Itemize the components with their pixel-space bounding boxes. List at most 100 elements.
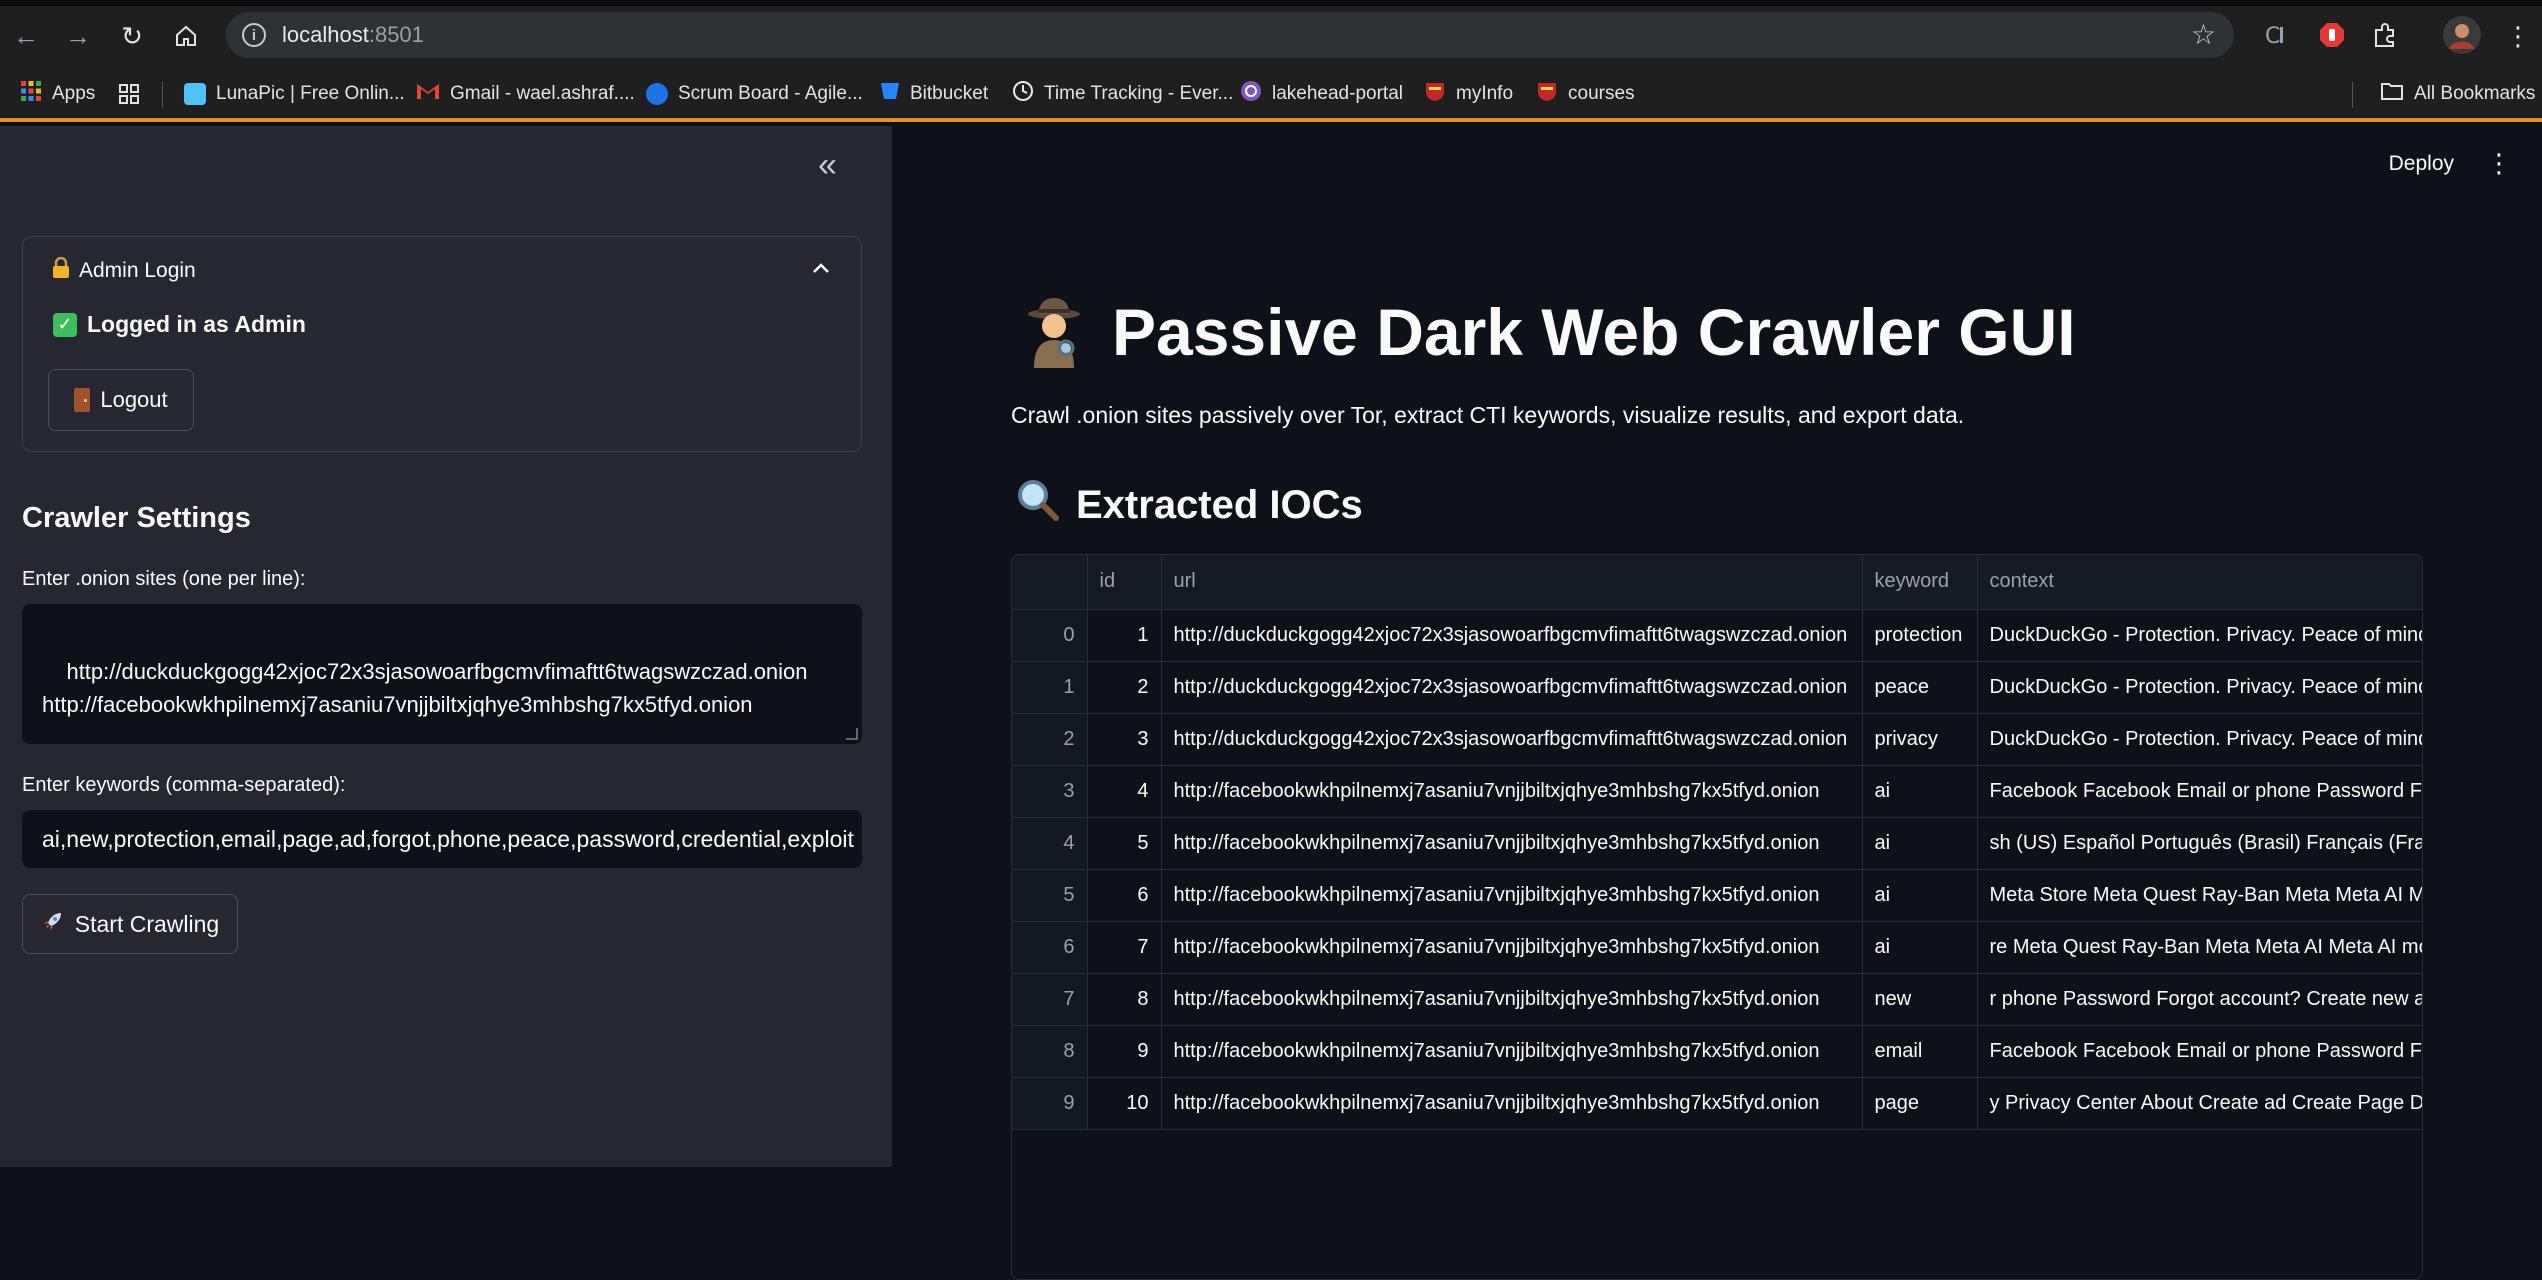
- cell-keyword[interactable]: peace: [1862, 661, 1978, 714]
- extension-icon[interactable]: C: [2258, 16, 2294, 54]
- cell-url[interactable]: http://facebookwkhpilnemxj7asaniu7vnjjbi…: [1161, 817, 1863, 870]
- address-bar[interactable]: i localhost:8501 ☆: [226, 12, 2234, 58]
- admin-login-header[interactable]: Admin Login: [51, 256, 196, 285]
- admin-login-title: Admin Login: [79, 259, 196, 282]
- bookmark-label: Gmail - wael.ashraf....: [450, 83, 635, 104]
- cell-keyword[interactable]: ai: [1862, 817, 1978, 870]
- cell-id[interactable]: 10: [1087, 1077, 1162, 1130]
- browser-menu-icon[interactable]: ⋮: [2498, 16, 2538, 56]
- cell-keyword[interactable]: ai: [1862, 869, 1978, 922]
- cell-keyword[interactable]: privacy: [1862, 713, 1978, 766]
- browser-toolbar: ← → ↻ i localhost:8501 ☆ C ⋮: [0, 0, 2542, 70]
- site-info-icon[interactable]: i: [242, 23, 266, 47]
- chevron-up-icon[interactable]: [811, 255, 831, 281]
- cell-url[interactable]: http://facebookwkhpilnemxj7asaniu7vnjjbi…: [1161, 869, 1863, 922]
- column-header-context[interactable]: context: [1977, 555, 2422, 610]
- bookmark-apps[interactable]: Apps: [20, 78, 95, 110]
- cell-id[interactable]: 1: [1087, 609, 1162, 662]
- cell-id[interactable]: 7: [1087, 921, 1162, 974]
- bookmark-label: LunaPic | Free Onlin...: [216, 83, 405, 104]
- cell-context[interactable]: y Privacy Center About Create ad Create …: [1977, 1077, 2422, 1130]
- extensions-puzzle-icon[interactable]: [2366, 16, 2404, 54]
- row-index: 7: [1012, 973, 1088, 1026]
- cell-context[interactable]: sh (US) Español Português (Brasil) Franç…: [1977, 817, 2422, 870]
- collapse-sidebar-icon[interactable]: «: [818, 146, 837, 185]
- cell-keyword[interactable]: protection: [1862, 609, 1978, 662]
- forward-icon[interactable]: →: [58, 16, 98, 56]
- cell-id[interactable]: 9: [1087, 1025, 1162, 1078]
- cell-id[interactable]: 2: [1087, 661, 1162, 714]
- ioc-table[interactable]: id url keyword context 0 1 http://duckduck…: [1011, 554, 2423, 1280]
- cell-context[interactable]: DuckDuckGo - Protection. Privacy. Peace …: [1977, 609, 2422, 662]
- column-header-keyword[interactable]: keyword: [1862, 555, 1978, 610]
- row-index: 6: [1012, 921, 1088, 974]
- bookmark-gmail[interactable]: Gmail - wael.ashraf....: [416, 78, 635, 110]
- table-row[interactable]: 2 3 http://duckduckgogg42xjoc72x3sjasowoar…: [1012, 713, 2422, 766]
- cell-keyword[interactable]: ai: [1862, 765, 1978, 818]
- table-row[interactable]: 4 5 http://facebookwkhpilnemxj7asaniu7vnjj…: [1012, 817, 2422, 870]
- table-row[interactable]: 5 6 http://facebookwkhpilnemxj7asaniu7vnjj…: [1012, 869, 2422, 922]
- crawler-settings-title: Crawler Settings: [22, 502, 251, 534]
- cell-context[interactable]: DuckDuckGo - Protection. Privacy. Peace …: [1977, 661, 2422, 714]
- cell-url[interactable]: http://duckduckgogg42xjoc72x3sjasowoarfb…: [1161, 713, 1863, 766]
- table-row[interactable]: 0 1 http://duckduckgogg42xjoc72x3sjasowoar…: [1012, 609, 2422, 662]
- cell-keyword[interactable]: ai: [1862, 921, 1978, 974]
- column-header-url[interactable]: url: [1161, 555, 1863, 610]
- section-title: Extracted IOCs: [1016, 478, 1363, 532]
- cell-keyword[interactable]: page: [1862, 1077, 1978, 1130]
- bookmark-myinfo[interactable]: myInfo: [1424, 78, 1513, 110]
- cell-keyword[interactable]: email: [1862, 1025, 1978, 1078]
- cell-context[interactable]: r phone Password Forgot account? Create …: [1977, 973, 2422, 1026]
- profile-avatar[interactable]: [2440, 16, 2484, 54]
- cell-url[interactable]: http://facebookwkhpilnemxj7asaniu7vnjjbi…: [1161, 973, 1863, 1026]
- cell-context[interactable]: Meta Store Meta Quest Ray-Ban Meta Meta …: [1977, 869, 2422, 922]
- deploy-button[interactable]: Deploy: [2389, 152, 2454, 176]
- cell-id[interactable]: 3: [1087, 713, 1162, 766]
- cell-id[interactable]: 8: [1087, 973, 1162, 1026]
- bookmark-lakehead-portal[interactable]: lakehead-portal: [1240, 78, 1403, 110]
- back-icon[interactable]: ←: [6, 16, 46, 56]
- tab-groups-icon[interactable]: [118, 78, 140, 110]
- table-row[interactable]: 6 7 http://facebookwkhpilnemxj7asaniu7vnjj…: [1012, 921, 2422, 974]
- start-crawling-button[interactable]: Start Crawling: [22, 894, 238, 954]
- cell-context[interactable]: DuckDuckGo - Protection. Privacy. Peace …: [1977, 713, 2422, 766]
- bookmark-time-tracking[interactable]: Time Tracking - Ever...: [1012, 78, 1233, 110]
- cell-id[interactable]: 5: [1087, 817, 1162, 870]
- cell-context[interactable]: Facebook Facebook Email or phone Passwor…: [1977, 765, 2422, 818]
- table-row[interactable]: 1 2 http://duckduckgogg42xjoc72x3sjasowoar…: [1012, 661, 2422, 714]
- cell-keyword[interactable]: new: [1862, 973, 1978, 1026]
- page-title: Passive Dark Web Crawler GUI: [1022, 294, 2076, 370]
- bookmark-courses[interactable]: courses: [1536, 78, 1635, 110]
- cell-url[interactable]: http://facebookwkhpilnemxj7asaniu7vnjjbi…: [1161, 1077, 1863, 1130]
- bookmark-star-icon[interactable]: ☆: [2191, 18, 2216, 51]
- cell-id[interactable]: 4: [1087, 765, 1162, 818]
- table-row[interactable]: 3 4 http://facebookwkhpilnemxj7asaniu7vnjj…: [1012, 765, 2422, 818]
- home-icon[interactable]: [166, 16, 206, 56]
- resize-handle[interactable]: [846, 728, 858, 740]
- keywords-input[interactable]: ai,new,protection,email,page,ad,forgot,p…: [22, 810, 862, 868]
- cell-context[interactable]: re Meta Quest Ray-Ban Meta Meta AI Meta …: [1977, 921, 2422, 974]
- reload-icon[interactable]: ↻: [112, 16, 152, 56]
- table-row[interactable]: 9 10 http://facebookwkhpilnemxj7asaniu7vnj…: [1012, 1077, 2422, 1130]
- cell-url[interactable]: http://duckduckgogg42xjoc72x3sjasowoarfb…: [1161, 609, 1863, 662]
- tab-strip: [0, 0, 2542, 6]
- all-bookmarks-button[interactable]: All Bookmarks: [2380, 78, 2535, 110]
- cell-id[interactable]: 6: [1087, 869, 1162, 922]
- cell-url[interactable]: http://facebookwkhpilnemxj7asaniu7vnjjbi…: [1161, 1025, 1863, 1078]
- app-menu-icon[interactable]: ⋮: [2486, 148, 2512, 179]
- logout-button[interactable]: Logout: [48, 369, 194, 431]
- column-header-id[interactable]: id: [1087, 555, 1162, 610]
- bookmark-lunapic[interactable]: LunaPic | Free Onlin...: [184, 78, 405, 110]
- cell-context[interactable]: Facebook Facebook Email or phone Passwor…: [1977, 1025, 2422, 1078]
- row-index: 9: [1012, 1077, 1088, 1130]
- onion-sites-textarea[interactable]: http://duckduckgogg42xjoc72x3sjasowoarfb…: [22, 604, 862, 744]
- cell-url[interactable]: http://facebookwkhpilnemxj7asaniu7vnjjbi…: [1161, 765, 1863, 818]
- adblock-extension-icon[interactable]: [2314, 16, 2350, 54]
- table-row[interactable]: 8 9 http://facebookwkhpilnemxj7asaniu7vnjj…: [1012, 1025, 2422, 1078]
- bookmark-bitbucket[interactable]: Bitbucket: [880, 78, 988, 110]
- cell-url[interactable]: http://duckduckgogg42xjoc72x3sjasowoarfb…: [1161, 661, 1863, 714]
- cell-url[interactable]: http://facebookwkhpilnemxj7asaniu7vnjjbi…: [1161, 921, 1863, 974]
- bitbucket-icon: [880, 81, 900, 107]
- bookmark-scrum-board[interactable]: Scrum Board - Agile...: [646, 78, 863, 110]
- table-row[interactable]: 7 8 http://facebookwkhpilnemxj7asaniu7vnjj…: [1012, 973, 2422, 1026]
